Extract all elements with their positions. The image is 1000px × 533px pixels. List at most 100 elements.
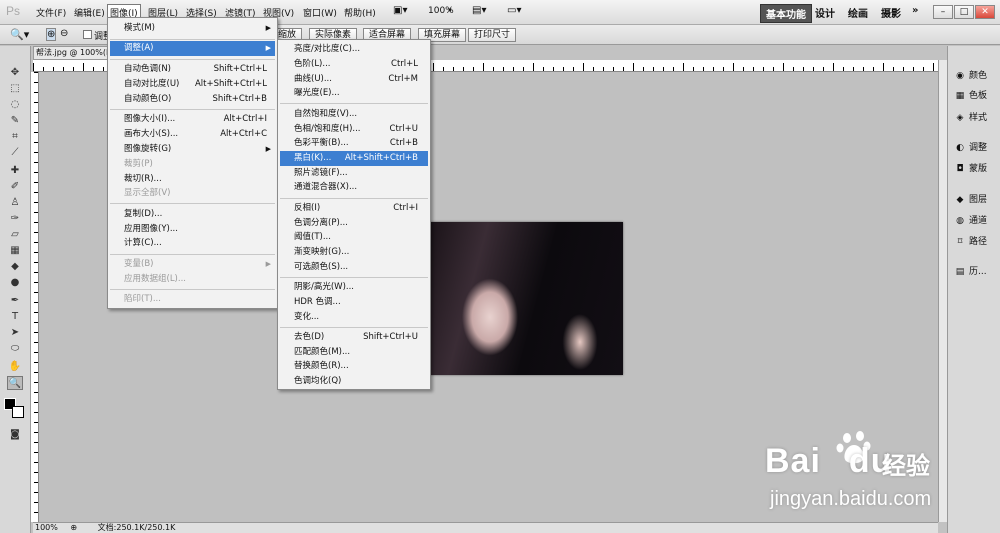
lasso-tool-icon[interactable]: ◌ xyxy=(7,98,23,112)
menu-item-variables: 变量(B) ▶ xyxy=(110,257,275,272)
menu-item-posterize[interactable]: 色调分离(P)... xyxy=(280,216,428,231)
menu-item-trim[interactable]: 裁切(R)... xyxy=(110,172,275,187)
menu-item-exposure[interactable]: 曝光度(E)... xyxy=(280,86,428,101)
menu-item-adjustments[interactable]: 调整(A) ▶ xyxy=(110,41,275,56)
menu-item-curves[interactable]: 曲线(U)... Ctrl+M xyxy=(280,72,428,87)
menu-item-image-rotation[interactable]: 图像旋转(G) ▶ xyxy=(110,142,275,157)
panel-masks[interactable]: ◘ 蒙版 xyxy=(954,161,987,175)
quick-select-tool-icon[interactable]: ✎ xyxy=(7,114,23,128)
type-tool-icon[interactable]: T xyxy=(7,310,23,324)
menu-item-levels[interactable]: 色阶(L)... Ctrl+L xyxy=(280,57,428,72)
path-select-icon[interactable]: ➤ xyxy=(7,326,23,340)
minimize-icon[interactable]: – xyxy=(933,5,953,19)
menu-file[interactable]: 文件(F) xyxy=(33,6,69,19)
maximize-icon[interactable]: □ xyxy=(954,5,974,19)
menu-item-apply-image[interactable]: 应用图像(Y)... xyxy=(110,222,275,237)
menu-item-threshold[interactable]: 阈值(T)... xyxy=(280,230,428,245)
panel-swatches-label: 色板 xyxy=(969,91,988,101)
panel-swatches[interactable]: ▦ 色板 xyxy=(954,88,988,102)
resize-windows-checkbox[interactable] xyxy=(83,30,92,39)
hand-tool-icon[interactable]: ✋ xyxy=(7,360,23,374)
zoom-out-icon[interactable]: ⊖ xyxy=(60,28,68,39)
brush-tool-icon[interactable]: ✐ xyxy=(7,180,23,194)
panel-adjustments[interactable]: ◐ 调整 xyxy=(954,140,987,154)
menu-item-auto-contrast[interactable]: 自动对比度(U) Alt+Shift+Ctrl+L xyxy=(110,77,275,92)
close-icon[interactable]: ✕ xyxy=(975,5,995,19)
eyedropper-tool-icon[interactable]: ⟋ xyxy=(7,146,23,160)
status-zoom[interactable]: 100% xyxy=(35,523,58,532)
menu-item-gradient-map[interactable]: 渐变映射(G)... xyxy=(280,245,428,260)
document-image[interactable] xyxy=(430,222,623,375)
history-brush-icon[interactable]: ✑ xyxy=(7,212,23,226)
zoom-tool-icon[interactable]: 🔍▾ xyxy=(10,28,29,41)
menu-window[interactable]: 窗口(W) xyxy=(300,6,340,19)
zoom-tool-icon[interactable]: 🔍 xyxy=(7,376,23,390)
more-workspaces-button[interactable]: » xyxy=(912,5,918,16)
blur-tool-icon[interactable]: ◆ xyxy=(7,260,23,274)
workspace-photography[interactable]: 摄影 xyxy=(881,5,901,20)
panel-paths[interactable]: ⌑ 路径 xyxy=(954,234,987,248)
panel-styles[interactable]: ◈ 样式 xyxy=(954,110,987,124)
move-tool-icon[interactable]: ✥ xyxy=(7,66,23,80)
marquee-tool-icon[interactable]: ⬚ xyxy=(7,82,23,96)
ruler-vertical[interactable] xyxy=(31,72,39,522)
menu-item-duplicate[interactable]: 复制(D)... xyxy=(110,207,275,222)
menu-item-auto-color[interactable]: 自动颜色(O) Shift+Ctrl+B xyxy=(110,92,275,107)
clone-stamp-icon[interactable]: ♙ xyxy=(7,196,23,210)
menu-item-calculations[interactable]: 计算(C)... xyxy=(110,236,275,251)
status-info-icon[interactable]: ⊕ xyxy=(70,523,77,532)
menu-item-shadows-highlights[interactable]: 阴影/高光(W)... xyxy=(280,280,428,295)
workspace-design[interactable]: 设计 xyxy=(815,5,835,20)
menu-item-equalize[interactable]: 色调均化(Q) xyxy=(280,374,428,389)
menu-item-apply-data-set: 应用数据组(L)... xyxy=(110,272,275,287)
dodge-tool-icon[interactable]: ● xyxy=(7,276,23,290)
menu-item-vibrance[interactable]: 自然饱和度(V)... xyxy=(280,107,428,122)
panel-history[interactable]: ▤ 历... xyxy=(954,264,987,278)
menu-separator xyxy=(110,203,275,204)
menu-edit[interactable]: 编辑(E) xyxy=(71,6,108,19)
menu-item-match-color[interactable]: 匹配颜色(M)... xyxy=(280,345,428,360)
menu-item-replace-color[interactable]: 替换颜色(R)... xyxy=(280,359,428,374)
screen-mode-icon[interactable]: ▣▾ xyxy=(393,5,407,16)
background-color-swatch[interactable] xyxy=(12,406,24,418)
gradient-tool-icon[interactable]: ▦ xyxy=(7,244,23,258)
print-size-button[interactable]: 打印尺寸 xyxy=(468,28,517,42)
submenu-arrow-icon: ▶ xyxy=(265,260,271,268)
panel-channels[interactable]: ◍ 通道 xyxy=(954,213,987,227)
menu-item-auto-tone[interactable]: 自动色调(N) Shift+Ctrl+L xyxy=(110,62,275,77)
menu-item-desaturate[interactable]: 去色(D) Shift+Ctrl+U xyxy=(280,330,428,345)
menu-item-color-balance[interactable]: 色彩平衡(B)... Ctrl+B xyxy=(280,136,428,151)
menu-item-variations[interactable]: 变化... xyxy=(280,310,428,325)
menu-item-channel-mixer[interactable]: 通道混合器(X)... xyxy=(280,180,428,195)
menu-help[interactable]: 帮助(H) xyxy=(341,6,379,19)
workspace-painting[interactable]: 绘画 xyxy=(848,5,868,20)
menu-separator xyxy=(110,109,275,110)
panel-layers[interactable]: ◆ 图层 xyxy=(954,192,987,206)
menu-item-brightness-contrast[interactable]: 亮度/对比度(C)... xyxy=(280,42,428,57)
quick-mask-icon[interactable]: ◙ xyxy=(7,428,23,442)
menu-item-selective-color[interactable]: 可选颜色(S)... xyxy=(280,260,428,275)
panel-color[interactable]: ◉ 颜色 xyxy=(954,68,987,82)
menu-item-canvas-size[interactable]: 画布大小(S)... Alt+Ctrl+C xyxy=(110,127,275,142)
chevron-down-icon[interactable]: ▾ xyxy=(448,6,452,14)
shape-tool-icon[interactable]: ⬭ xyxy=(7,342,23,356)
workspace-essentials[interactable]: 基本功能 xyxy=(760,4,812,23)
menu-item-label: 色调分离(P)... xyxy=(294,218,348,228)
arrange-documents-icon[interactable]: ▤▾ xyxy=(472,5,486,16)
menu-item-hdr-toning[interactable]: HDR 色调... xyxy=(280,295,428,310)
pen-tool-icon[interactable]: ✒ xyxy=(7,294,23,308)
eraser-tool-icon[interactable]: ▱ xyxy=(7,228,23,242)
menu-item-hue-saturation[interactable]: 色相/饱和度(H)... Ctrl+U xyxy=(280,122,428,137)
menu-item-mode[interactable]: 模式(M) ▶ xyxy=(110,21,275,36)
menu-item-photo-filter[interactable]: 照片滤镜(F)... xyxy=(280,166,428,181)
menu-item-image-size[interactable]: 图像大小(I)... Alt+Ctrl+I xyxy=(110,112,275,127)
menu-separator xyxy=(110,289,275,290)
healing-brush-icon[interactable]: ✚ xyxy=(7,164,23,178)
menu-item-invert[interactable]: 反相(I) Ctrl+I xyxy=(280,201,428,216)
crop-tool-icon[interactable]: ⌗ xyxy=(7,130,23,144)
menu-item-black-white[interactable]: 黑白(K)... Alt+Shift+Ctrl+B xyxy=(280,151,428,166)
zoom-in-icon[interactable]: ⊕ xyxy=(46,28,57,41)
screen-layout-icon[interactable]: ▭▾ xyxy=(507,5,521,16)
menu-separator xyxy=(280,198,428,199)
jingyan-url: jingyan.baidu.com xyxy=(770,488,932,510)
